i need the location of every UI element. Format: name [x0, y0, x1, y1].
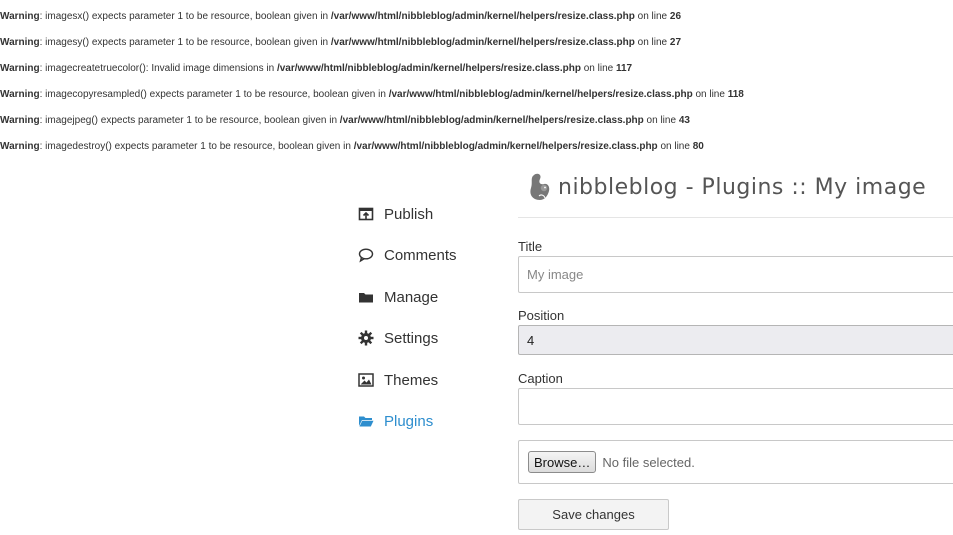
sidebar-item-label: Plugins — [384, 412, 434, 430]
title-input[interactable] — [518, 256, 953, 293]
save-changes-button[interactable]: Save changes — [518, 499, 669, 530]
browse-button[interactable]: Browse… — [528, 451, 597, 473]
publish-icon — [358, 206, 374, 222]
page-header: nibbleblog - Plugins :: My image — [526, 170, 926, 204]
sidebar-item-label: Themes — [384, 371, 439, 389]
sidebar-item-label: Comments — [384, 246, 457, 264]
sidebar-item-label: Publish — [384, 205, 434, 223]
warning-line: Warning: imagedestroy() expects paramete… — [0, 141, 704, 152]
page-title: nibbleblog - Plugins :: My image — [558, 174, 927, 200]
folder-open-icon — [358, 413, 374, 429]
warning-line: Warning: imagejpeg() expects parameter 1… — [0, 115, 690, 126]
sidebar-item-settings[interactable]: Settings — [358, 326, 438, 350]
image-icon — [358, 372, 374, 388]
caption-input[interactable] — [518, 388, 953, 425]
file-upload-field: Browse… No file selected. — [518, 440, 953, 484]
title-label: Title — [518, 239, 543, 254]
folder-icon — [358, 289, 374, 305]
sidebar-item-plugins[interactable]: Plugins — [358, 409, 433, 433]
warning-line: Warning: imagesx() expects parameter 1 t… — [0, 11, 682, 22]
caption-label: Caption — [518, 371, 563, 386]
warning-line: Warning: imagecopyresampled() expects pa… — [0, 89, 744, 100]
squirrel-logo-icon — [530, 173, 550, 200]
position-label: Position — [518, 308, 565, 323]
file-status-text: No file selected. — [602, 454, 695, 470]
warning-line: Warning: imagecreatetruecolor(): Invalid… — [0, 63, 633, 74]
sidebar-item-label: Settings — [384, 329, 439, 347]
sidebar-item-themes[interactable]: Themes — [358, 368, 438, 392]
header-divider — [518, 217, 953, 218]
position-input[interactable] — [518, 325, 953, 355]
sidebar-item-manage[interactable]: Manage — [358, 285, 438, 309]
sidebar-item-publish[interactable]: Publish — [358, 202, 433, 226]
sidebar-item-label: Manage — [384, 288, 439, 306]
comment-icon — [358, 247, 374, 263]
warning-line: Warning: imagesy() expects parameter 1 t… — [0, 37, 682, 48]
gear-icon — [358, 330, 374, 346]
sidebar-item-comments[interactable]: Comments — [358, 243, 457, 267]
